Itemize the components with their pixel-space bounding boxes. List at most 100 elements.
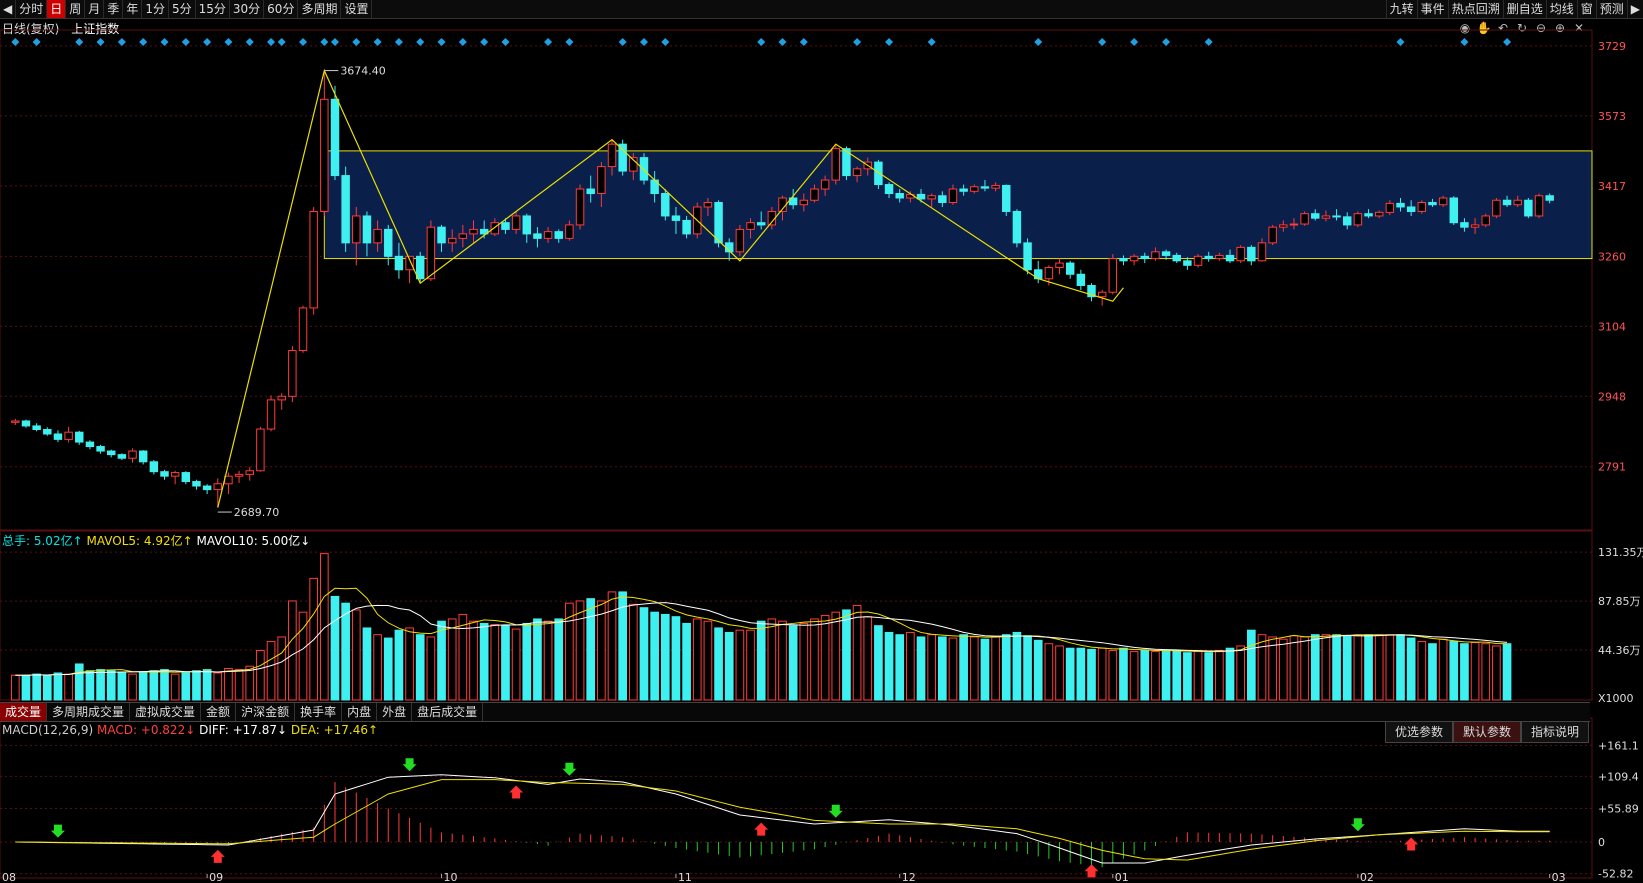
candle-body (1311, 213, 1320, 219)
signal-diamond (203, 38, 212, 46)
candle-body (1406, 206, 1416, 212)
volume-bar (1001, 634, 1011, 701)
signal-diamond (139, 38, 148, 46)
candle-body (586, 188, 595, 195)
price-tick-label: 2948 (1598, 390, 1626, 403)
candle-body (1247, 246, 1256, 262)
candle-body (32, 425, 41, 431)
indicator-tab-7[interactable]: 外盘 (377, 703, 413, 721)
indicator-tab-8[interactable]: 盘后成交量 (412, 703, 484, 721)
candle-body (277, 395, 286, 401)
volume-bar (202, 669, 212, 701)
candle-body (1097, 291, 1107, 298)
volume-bar (1236, 645, 1246, 701)
volume-bar (1225, 647, 1235, 701)
low-label: 2689.70 (234, 506, 280, 519)
candle-body (522, 215, 532, 235)
price-tick-label: 2791 (1598, 461, 1626, 474)
signal-diamond (373, 38, 382, 46)
volume-bar (234, 669, 244, 701)
candle-body (1055, 262, 1064, 269)
date-label: 01 (1115, 871, 1129, 883)
volume-bar (1012, 631, 1022, 701)
volume-bar (1140, 649, 1150, 701)
candle-body (735, 228, 745, 253)
signal-diamond (480, 38, 489, 46)
indicator-tab-0[interactable]: 成交量 (0, 703, 48, 721)
volume-legend: 总手: 5.02亿↑ MAVOL5: 4.92亿↑ MAVOL10: 5.00亿… (2, 532, 310, 549)
candle-body (959, 188, 968, 192)
signal-diamond (757, 38, 766, 46)
signal-diamond (117, 38, 126, 46)
indicator-tab-4[interactable]: 沪深金额 (236, 703, 296, 721)
candle-body (991, 184, 1000, 189)
candle-body (117, 454, 127, 459)
volume-bar (1481, 643, 1491, 701)
candle-body (106, 450, 116, 456)
volume-bar (405, 627, 414, 701)
volume-bar (213, 672, 223, 701)
volume-bar (479, 622, 489, 701)
volume-bar (1033, 639, 1043, 701)
volume-bar (628, 603, 638, 701)
volume-bar (192, 670, 201, 701)
volume-bar (863, 616, 873, 701)
volume-bar (948, 637, 958, 701)
volume-bar (1406, 637, 1416, 701)
signal-diamond (778, 38, 787, 46)
volume-bar (1044, 643, 1054, 701)
volume-bar (1385, 634, 1395, 701)
signal-diamond (1098, 38, 1107, 46)
optimize-params-button[interactable]: 优选参数 (1385, 721, 1454, 743)
candle-body (874, 161, 883, 186)
volume-bar (852, 604, 862, 701)
indicator-tab-6[interactable]: 内盘 (342, 703, 378, 721)
candle-body (1279, 224, 1288, 228)
volume-bar (458, 613, 468, 701)
volume-bar (1428, 643, 1437, 701)
volume-bar (1076, 647, 1086, 701)
indicator-tab-1[interactable]: 多周期成交量 (47, 703, 131, 721)
volume-bar (426, 636, 436, 701)
volume-bar (1374, 634, 1384, 701)
candle-body (554, 231, 563, 239)
default-params-button[interactable]: 默认参数 (1453, 721, 1522, 743)
golden-cross-arrow (509, 785, 524, 799)
indicator-tab-3[interactable]: 金额 (201, 703, 237, 721)
candle-body (597, 166, 606, 195)
volume-bar (682, 622, 691, 701)
signal-diamond (799, 38, 808, 46)
candle-body (1342, 216, 1352, 226)
price-tick-label: 3417 (1598, 180, 1626, 193)
death-cross-arrow (1350, 818, 1365, 832)
indicator-tab-2[interactable]: 虚拟成交量 (130, 703, 202, 721)
volume-bar (1108, 649, 1118, 701)
candle-body (1119, 258, 1128, 262)
volume-bar (383, 637, 393, 701)
kline-chart[interactable]: 3729 3573 3417 3260 3104 2948 2791 3674.40 2689.… (0, 0, 1643, 883)
candle-body (53, 433, 63, 440)
candle-body (895, 193, 904, 199)
volume-bar (724, 631, 734, 701)
signal-diamond (544, 38, 553, 46)
volume-bar (1119, 647, 1128, 701)
volume-bar (969, 636, 979, 701)
candle-body (1023, 242, 1032, 271)
macd-tick-label: +55.89 (1598, 802, 1639, 815)
volume-bar (469, 620, 478, 701)
volume-bar (64, 673, 73, 701)
death-cross-arrow (402, 758, 417, 772)
candle-body (64, 431, 73, 440)
macd-panel-border (0, 717, 1593, 879)
volume-bar (650, 611, 659, 701)
candle-body (1151, 251, 1160, 260)
candle-body (298, 307, 308, 352)
candle-body (373, 228, 382, 244)
indicator-tab-5[interactable]: 换手率 (295, 703, 343, 721)
candle-body (245, 470, 254, 475)
volume-bar (1055, 645, 1064, 701)
price-tick-label: 3573 (1598, 110, 1626, 123)
indicator-help-button[interactable]: 指标说明 (1521, 721, 1590, 743)
volume-bar (1065, 647, 1075, 701)
volume-bar (1268, 636, 1277, 701)
